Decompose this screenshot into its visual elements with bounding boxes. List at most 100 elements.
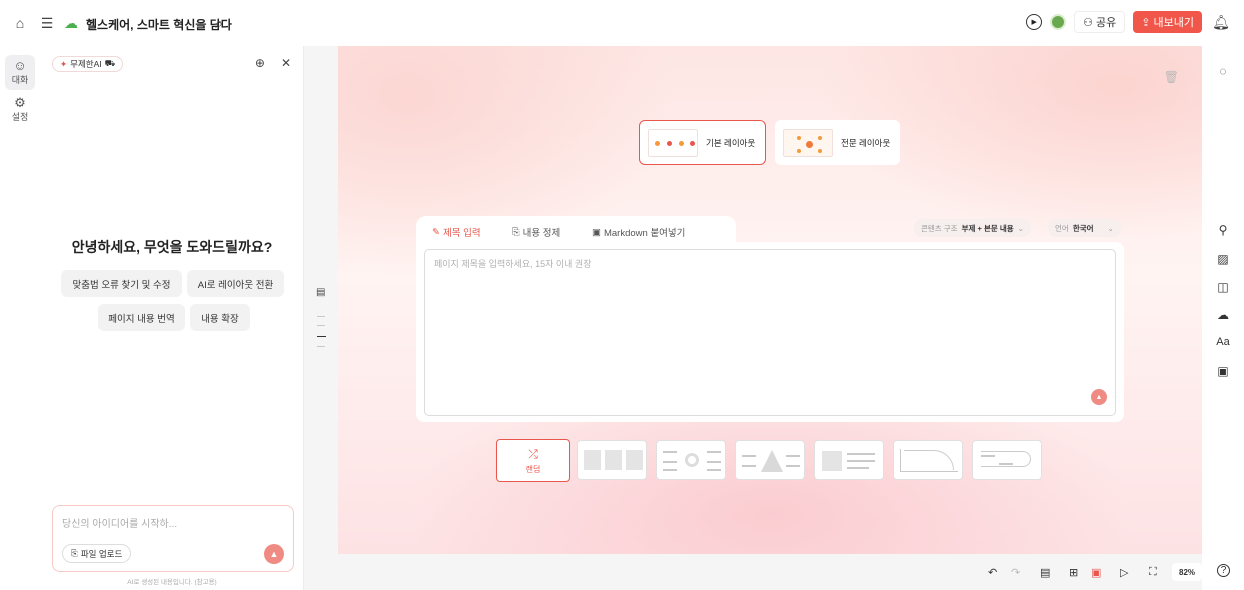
top-bar: ⌂ ☰ ☁ 헬스케어, 스마트 혁신을 담다 ⌕ ▶ ⚇ 공유 ⇪ 내보내기 🔔… [0,0,1244,46]
zoom-level[interactable]: 82% [1172,563,1203,581]
menu-icon[interactable]: ☰ [36,12,58,34]
basic-layout-label: 기본 레이아웃 [706,137,756,148]
title-editor: 페이지 제목을 입력하세요, 15자 이내 권장 ▲ [416,242,1124,422]
chat-input[interactable]: 당신의 아이디어를 시작하... [62,515,177,530]
chat-composer[interactable]: 당신의 아이디어를 시작하... ⎘ 파일 업로드 ▲ [52,505,294,572]
fit-screen-icon[interactable]: ⛶ [1149,566,1157,579]
new-chat-icon[interactable]: ⊕ [255,56,265,70]
tab-markdown-paste[interactable]: ▣ Markdown 붙여넣기 [592,225,686,240]
play-icon[interactable]: ▷ [1120,566,1128,579]
right-rail: ◌ ⚲ ▨ ◫ ☁ Aa ▣ ? [1202,46,1244,590]
slide-marker[interactable] [317,325,325,326]
tab-refine-content-label: 내용 정제 [522,228,561,239]
slide-marker[interactable] [317,346,325,347]
slide-marker[interactable] [317,316,325,317]
suggestion-ai-layout[interactable]: AI로 레이아웃 전환 [187,270,284,297]
pro-layout-label: 전문 레이아웃 [841,137,891,148]
chevron-down-icon: ⌄ [1017,223,1024,233]
left-rail: ☺ 대화 ⚙ 설정 [0,46,40,590]
ai-disclaimer: AI로 생성된 내용입니다. (참고용) [127,579,217,586]
send-button[interactable]: ▲ [264,544,284,564]
image-icon[interactable]: ▣ [1215,364,1231,378]
cart-icon: ⛟ [104,58,116,68]
pro-layout-option[interactable]: 전문 레이아웃 [775,120,900,165]
home-icon[interactable]: ⌂ [9,12,31,34]
content-structure-value: 부제 + 본문 내용 [961,223,1014,233]
edit-icon: ✎ [432,226,440,238]
slide-navigator: ▤ [304,46,338,556]
rail-item-chat[interactable]: ☺ 대화 [5,55,35,90]
basic-layout-option[interactable]: 기본 레이아웃 [639,120,766,165]
notes-icon[interactable]: ▤ [1040,566,1050,579]
template-image-text[interactable] [814,440,884,480]
unlimited-ai-badge[interactable]: ✦ 무제한AI ⛟ [52,56,124,72]
gear-icon: ⚙ [14,95,26,110]
play-presentation-icon[interactable]: ▶ [1026,14,1043,30]
slide-marker-active[interactable] [317,336,326,337]
share-button[interactable]: ⚇ 공유 [1074,11,1126,33]
editor-tab-bar: ✎ 제목 입력 ⎘ 내용 정제 ▣ Markdown 붙여넣기 [416,216,736,244]
search-icon[interactable]: ⌕ [208,12,230,34]
language-label: 언어 [1055,223,1069,233]
export-icon: ⇪ [1141,16,1151,29]
generate-button[interactable]: ▲ [1091,389,1107,405]
pro-layout-thumbnail [783,128,833,157]
comment-icon[interactable]: ◌ [1215,64,1231,78]
content-structure-select[interactable]: 콘텐츠 구조 부제 + 본문 내용 ⌄ [914,219,1031,237]
trash-icon[interactable]: 🗑︎ [1164,70,1179,84]
markdown-icon: ▣ [592,226,601,238]
file-upload-button[interactable]: ⎘ 파일 업로드 [62,544,132,563]
shuffle-icon: ⤮ [528,446,538,461]
grid-view-icon[interactable]: ⊞ [1069,566,1078,579]
tab-refine-content[interactable]: ⎘ 내용 정제 [512,225,561,240]
tab-title-input[interactable]: ✎ 제목 입력 [432,225,481,240]
help-icon[interactable]: ? [1217,564,1230,577]
share-label: 공유 [1096,17,1117,29]
bell-icon[interactable]: 🔔︎ [1210,11,1232,33]
layout-panel-icon[interactable]: ◫ [1215,280,1231,294]
ai-chat-panel: ✦ 무제한AI ⛟ ⊕ ✕ 안녕하세요, 무엇을 도와드릴까요? 맞춤법 오류 … [40,46,304,590]
rail-item-settings[interactable]: ⚙ 설정 [5,92,35,127]
language-value: 한국어 [1072,223,1094,233]
undo-icon[interactable]: ↶ [988,566,997,579]
export-button[interactable]: ⇪ 내보내기 [1133,11,1202,33]
background-pattern-icon[interactable]: ▨ [1215,252,1231,266]
document-edit-icon: ⎘ [512,226,520,238]
title-placeholder: 페이지 제목을 입력하세요, 15자 이내 권장 [434,259,592,269]
basic-layout-thumbnail [648,128,698,157]
upload-label: 파일 업로드 [80,548,123,559]
export-label: 내보내기 [1153,17,1194,29]
suggestion-spellcheck[interactable]: 맞춤법 오류 찾기 및 수정 [61,270,182,297]
template-curve-chart[interactable] [893,440,963,480]
cloud-saved-icon: ☁ [64,14,78,31]
rail-label-chat: 대화 [11,75,29,85]
chevron-down-icon: ⌄ [1107,223,1114,233]
paperclip-icon: ⎘ [71,548,78,558]
slide-view-icon[interactable]: ▣ [1091,566,1101,579]
redo-icon[interactable]: ↷ [1011,566,1020,579]
slide-canvas: 🗑︎ 기본 레이아웃 전문 레이아웃 ✎ 제목 입력 ⎘ 내용 정제 ▣ Mar… [338,46,1202,554]
user-icon: ⚇ [1083,16,1094,29]
template-timeline[interactable] [972,440,1042,480]
palette-icon[interactable]: ☁ [1215,308,1231,322]
ai-badge-label: 무제한AI [70,59,102,69]
tab-markdown-paste-label: Markdown 붙여넣기 [603,228,686,239]
suggestion-translate[interactable]: 페이지 내용 번역 [98,304,185,331]
tab-title-input-label: 제목 입력 [442,228,481,239]
template-pyramid[interactable] [735,440,805,480]
close-icon[interactable]: ✕ [281,56,291,70]
content-structure-label: 콘텐츠 구조 [921,223,958,233]
title-textarea[interactable]: 페이지 제목을 입력하세요, 15자 이내 권장 ▲ [424,249,1116,416]
sparkle-icon: ✦ [60,58,68,69]
language-select[interactable]: 언어 한국어 ⌄ [1048,219,1121,237]
font-icon[interactable]: Aa [1215,336,1231,348]
template-random[interactable]: ⤮ 랜덤 [496,439,570,482]
animation-icon[interactable]: ⚲ [1215,223,1231,237]
template-three-columns[interactable] [577,440,647,480]
template-circle-center[interactable] [656,440,726,480]
chat-icon: ☺ [13,58,27,73]
greeting-heading: 안녕하세요, 무엇을 도와드릴까요? [71,239,273,255]
avatar[interactable] [1050,14,1067,30]
suggestion-expand[interactable]: 내용 확장 [190,304,250,331]
filmstrip-icon[interactable]: ▤ [316,287,325,298]
